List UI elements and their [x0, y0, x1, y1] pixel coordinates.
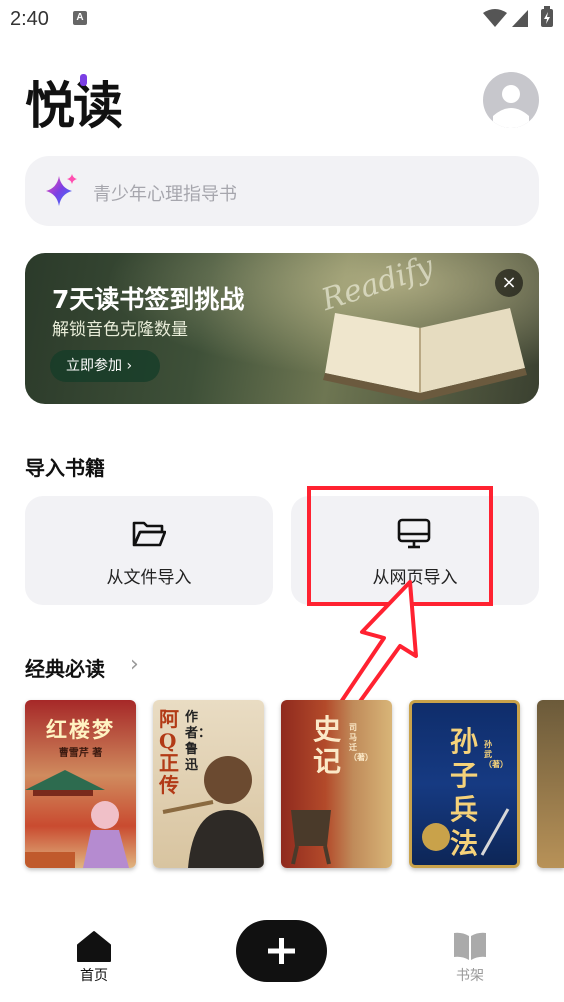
nav-home-label: 首页	[80, 968, 108, 984]
avatar[interactable]	[483, 72, 539, 128]
book-cover[interactable]: 红楼梦 曹雪芹 著	[25, 700, 136, 868]
chevron-right-icon[interactable]: ›	[130, 652, 139, 677]
avatar-icon	[493, 85, 529, 128]
book-title: 红楼梦	[46, 717, 115, 742]
book-cover-art	[162, 756, 264, 868]
app-logo: 悦读	[25, 76, 123, 135]
search-placeholder: 青少年心理指导书	[93, 184, 237, 205]
nav-bookshelf-label: 书架	[456, 968, 484, 984]
a-letter-icon: A	[73, 11, 87, 25]
join-now-button[interactable]: 立即参加 ›	[50, 350, 160, 382]
book-author: 孙武（著）	[484, 739, 508, 769]
wifi-icon	[483, 9, 507, 27]
book-author: 曹雪芹 著	[58, 748, 103, 759]
plus-icon	[268, 938, 295, 964]
banner-title: 7天读书签到挑战	[52, 285, 245, 314]
bookshelf-icon[interactable]	[452, 930, 488, 962]
book-author: 司马迁（著）	[349, 722, 373, 762]
book-title: 史记	[313, 713, 342, 778]
import-section-heading: 导入书籍	[25, 456, 105, 480]
banner-subtitle: 解锁音色克隆数量	[52, 320, 188, 340]
coin-art	[422, 808, 510, 856]
classics-section-heading: 经典必读	[25, 657, 105, 681]
book-cover[interactable]: 阿Q正传 作者：鲁迅	[153, 700, 264, 868]
book-cover[interactable]: 史记 司马迁（著）	[281, 700, 392, 868]
bronze-vessel-art	[291, 810, 331, 865]
book-cover[interactable]	[537, 700, 564, 868]
status-time: 2:40	[10, 8, 49, 30]
home-icon	[77, 931, 111, 962]
battery-icon	[541, 6, 553, 27]
import-from-file-label: 从文件导入	[106, 568, 192, 588]
close-banner-button[interactable]: ×	[495, 269, 523, 297]
book-cover-art	[25, 770, 129, 868]
add-button[interactable]	[236, 920, 327, 982]
folder-icon	[132, 521, 166, 547]
import-from-file-card[interactable]	[25, 496, 273, 605]
book-cover[interactable]: 孙子兵法 孙武（著）	[409, 700, 520, 868]
logo-accent-dot	[80, 74, 87, 86]
sparkle-icon	[46, 174, 77, 206]
cellular-signal-icon	[512, 10, 528, 27]
